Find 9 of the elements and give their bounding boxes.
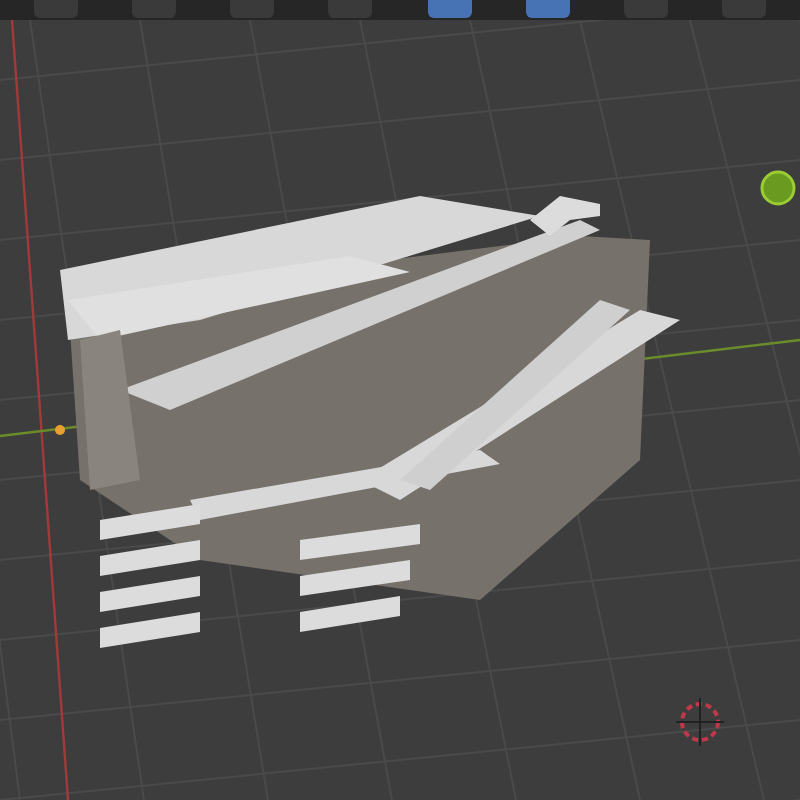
toolbar-button[interactable] xyxy=(131,0,176,18)
origin-dot-icon xyxy=(55,425,65,435)
axis-gizmo-icon[interactable] xyxy=(760,170,796,206)
toolbar-button[interactable] xyxy=(230,0,275,18)
toolbar-button[interactable] xyxy=(328,0,373,18)
toolbar-button[interactable] xyxy=(33,0,78,18)
toolbar-button[interactable] xyxy=(525,0,570,18)
toolbar-button[interactable] xyxy=(427,0,472,18)
3d-cursor-icon xyxy=(675,697,725,747)
